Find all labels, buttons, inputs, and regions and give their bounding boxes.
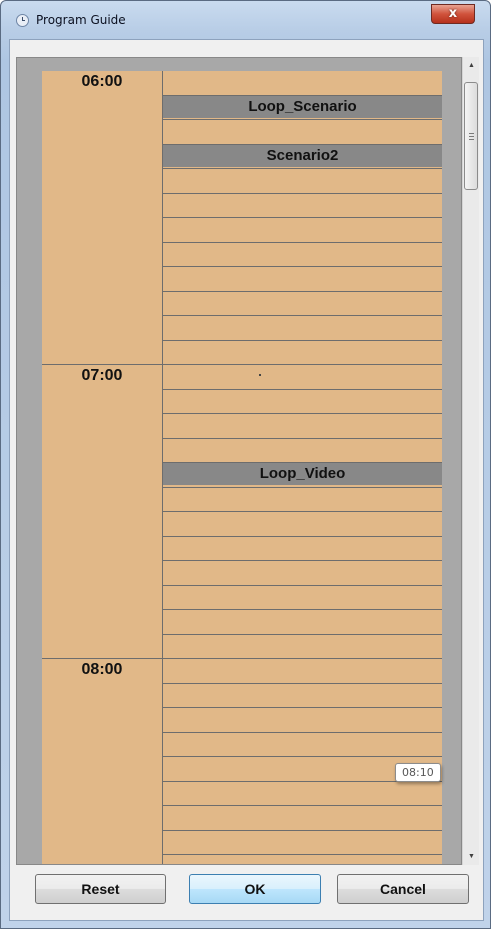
- time-slot[interactable]: [163, 414, 442, 439]
- program-guide-grid[interactable]: 06:00 07:00 08:00 Loop_Scenario Scenario…: [16, 57, 462, 865]
- time-slot[interactable]: [163, 169, 442, 194]
- arrow-up-icon[interactable]: ▲: [463, 57, 480, 74]
- hour-label: 06:00: [81, 73, 123, 90]
- time-slot[interactable]: [163, 782, 442, 806]
- time-slot[interactable]: [163, 316, 442, 341]
- hour-block-0600: 06:00: [42, 71, 163, 365]
- event-block[interactable]: Loop_Scenario: [163, 96, 442, 118]
- time-slot[interactable]: [163, 243, 442, 267]
- time-slot[interactable]: [163, 390, 442, 414]
- time-slot[interactable]: [163, 512, 442, 537]
- scroll-thumb[interactable]: [464, 82, 478, 190]
- window-title: Program Guide: [36, 13, 126, 27]
- arrow-down-icon[interactable]: ▼: [463, 848, 480, 865]
- hour-block-0800: 08:00: [42, 659, 163, 864]
- time-slot[interactable]: [163, 71, 442, 96]
- vertical-scrollbar[interactable]: ▲ ▼: [462, 57, 479, 865]
- dialog-body: 06:00 07:00 08:00 Loop_Scenario Scenario…: [9, 39, 484, 921]
- hour-column: 06:00 07:00 08:00: [42, 71, 163, 864]
- time-tooltip: 08:10: [395, 763, 441, 782]
- hour-label: 07:00: [81, 367, 123, 384]
- cancel-button[interactable]: Cancel: [337, 874, 469, 904]
- time-slot[interactable]: [163, 194, 442, 218]
- program-guide-window: Program Guide x 06:00 07:00 08:00 Loop_S…: [0, 0, 491, 929]
- time-slot[interactable]: [163, 365, 442, 390]
- time-slot[interactable]: [163, 120, 442, 145]
- time-slot[interactable]: [163, 610, 442, 635]
- time-slot[interactable]: [163, 733, 442, 757]
- time-slot[interactable]: [163, 806, 442, 831]
- clock-icon: [16, 14, 29, 27]
- reset-button[interactable]: Reset: [35, 874, 166, 904]
- hour-block-0700: 07:00: [42, 365, 163, 659]
- time-slot[interactable]: [163, 537, 442, 561]
- time-slot[interactable]: [163, 586, 442, 610]
- time-slot[interactable]: [163, 855, 442, 864]
- guide-timeline: 06:00 07:00 08:00 Loop_Scenario Scenario…: [42, 71, 442, 864]
- event-block[interactable]: Loop_Video: [163, 463, 442, 485]
- time-slot[interactable]: [163, 831, 442, 855]
- ok-button[interactable]: OK: [189, 874, 321, 904]
- time-slot[interactable]: [163, 684, 442, 708]
- marker-dot: [259, 374, 261, 376]
- close-icon: x: [448, 6, 458, 21]
- event-block[interactable]: Scenario2: [163, 145, 442, 167]
- time-slot[interactable]: [163, 292, 442, 316]
- time-slot[interactable]: [163, 267, 442, 292]
- time-slot[interactable]: [163, 218, 442, 243]
- close-button[interactable]: x: [431, 4, 475, 24]
- time-slot[interactable]: [163, 341, 442, 365]
- time-slot[interactable]: [163, 439, 442, 463]
- hour-label: 08:00: [81, 661, 123, 678]
- time-slot[interactable]: [163, 708, 442, 733]
- title-bar[interactable]: Program Guide x: [1, 1, 490, 39]
- time-slot[interactable]: [163, 488, 442, 512]
- time-slot[interactable]: [163, 635, 442, 659]
- time-slot[interactable]: [163, 561, 442, 586]
- time-slot[interactable]: [163, 659, 442, 684]
- grip-icon: [469, 133, 474, 140]
